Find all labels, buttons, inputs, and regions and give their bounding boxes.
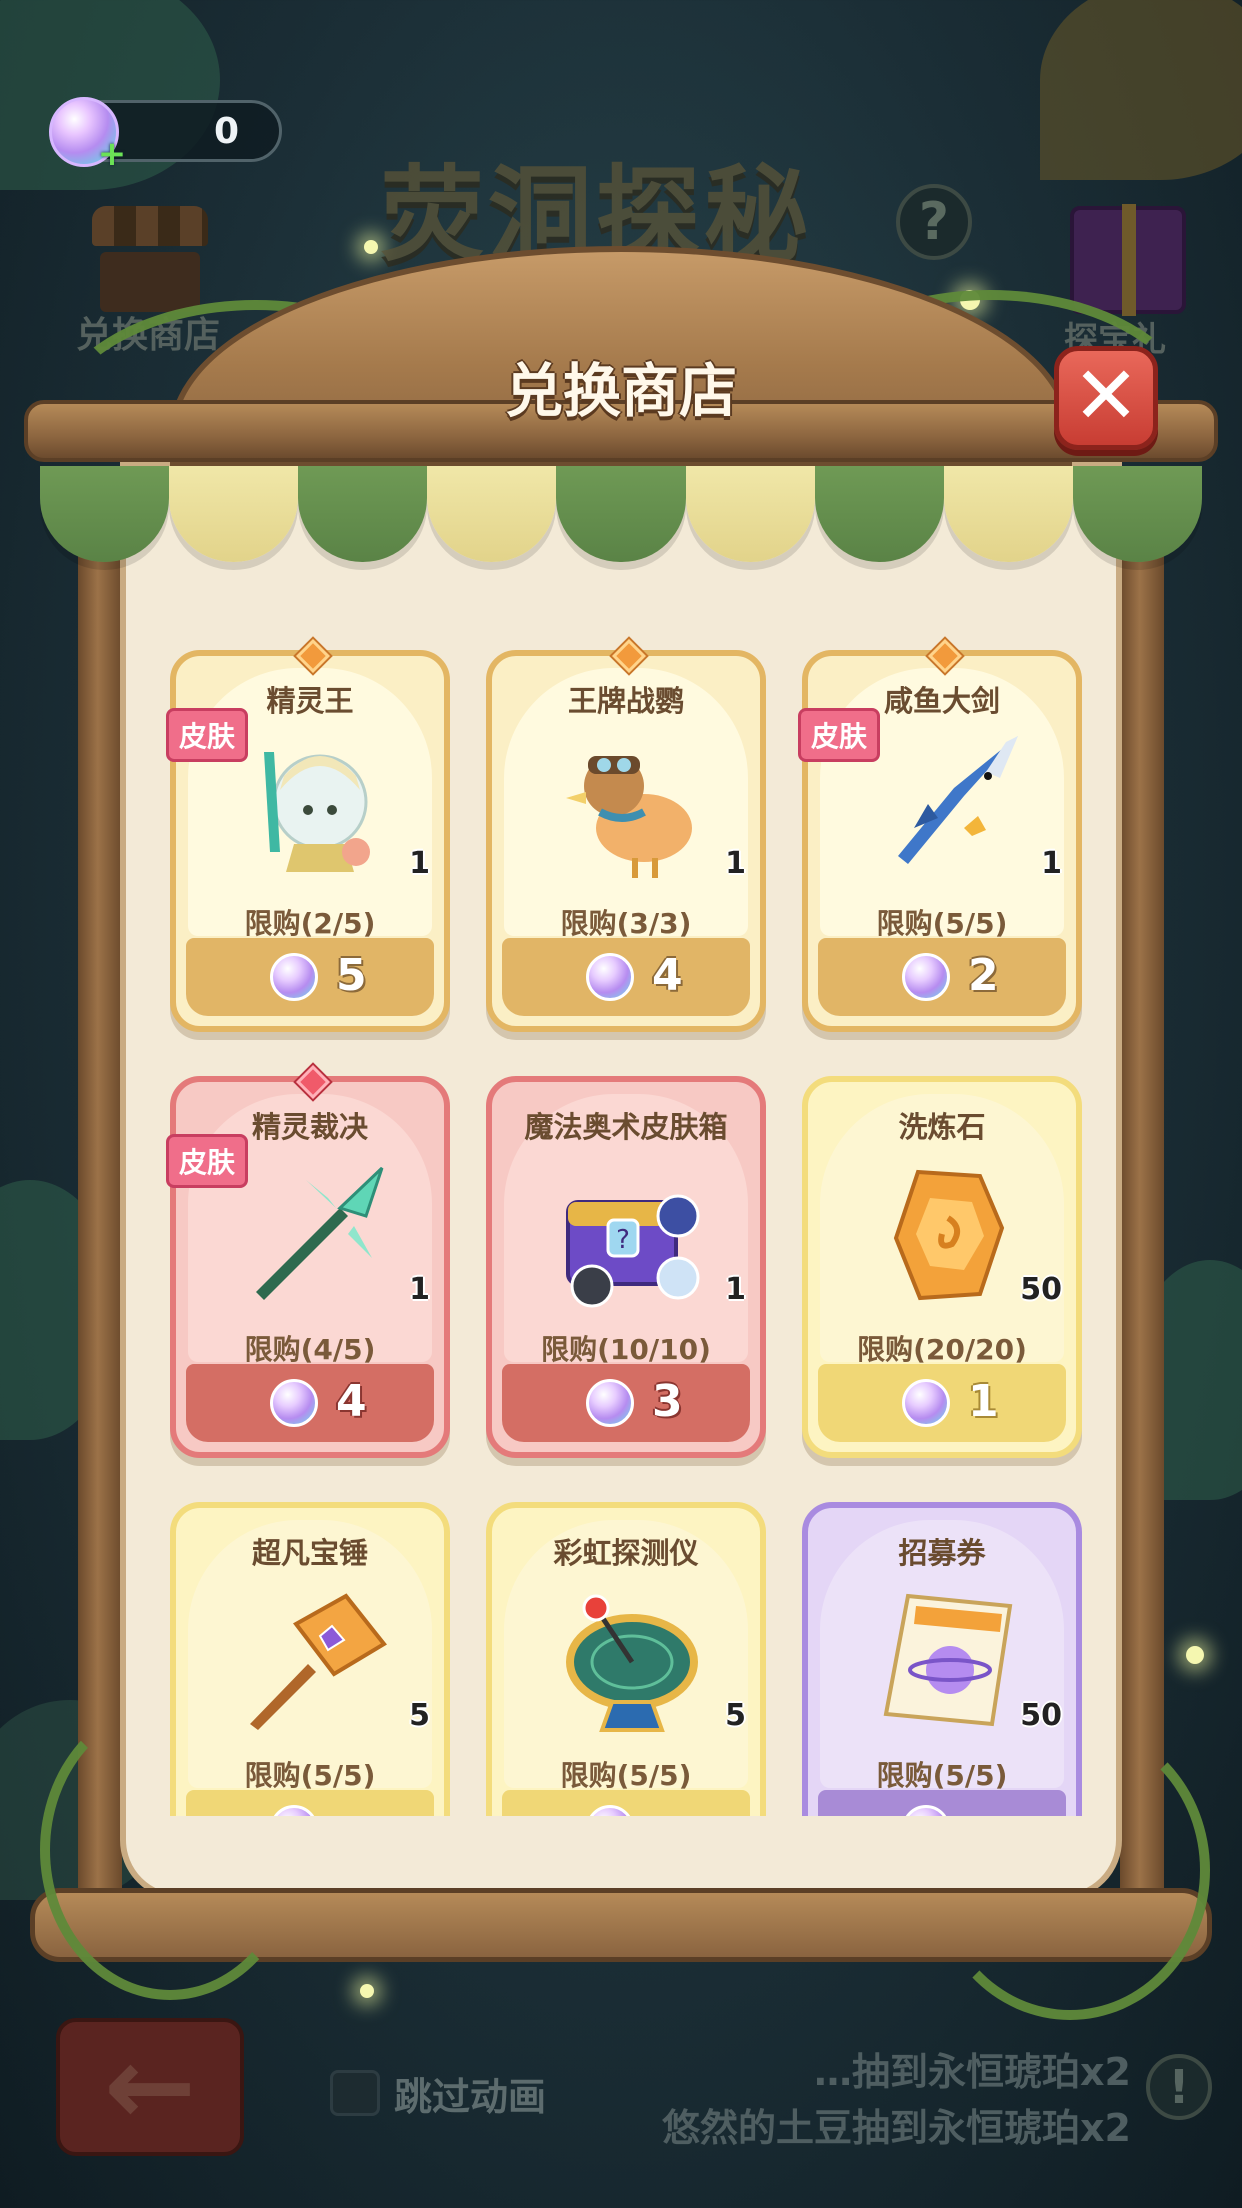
back-arrow-button[interactable]: ← — [56, 2018, 244, 2156]
currency-amount: 0 — [213, 111, 239, 152]
refining-stone-icon — [893, 1169, 1005, 1301]
purchase-limit: 限购(10/10) — [541, 1333, 711, 1366]
currency-display[interactable]: + 0 — [49, 97, 282, 171]
add-currency-icon[interactable]: + — [97, 137, 127, 171]
draw-log-line: …抽到永恒琥珀x2 — [814, 2050, 1131, 2094]
item-count: 50 — [1020, 1272, 1062, 1307]
close-button[interactable]: ✕ — [1054, 346, 1158, 450]
purchase-limit: 限购(3/3) — [560, 907, 692, 940]
item-name: 彩虹探测仪 — [553, 1536, 699, 1570]
shop-item-card[interactable]: 精灵裁决 皮肤 1 限购(4/5) 4 — [166, 1065, 450, 1458]
parrot-pet-icon — [566, 756, 692, 878]
item-price: 4 — [336, 1376, 367, 1427]
purchase-limit: 限购(2/5) — [244, 907, 376, 940]
info-icon[interactable]: ! — [1146, 2054, 1212, 2120]
vine-decoration — [40, 1700, 300, 2000]
purchase-limit: 限购(5/5) — [876, 907, 1008, 940]
item-count: 1 — [725, 846, 746, 881]
shop-item-card[interactable]: 咸鱼大剑 皮肤 1 限购(5/5) 2 — [798, 639, 1082, 1032]
crystal-currency-icon — [270, 1379, 318, 1427]
skip-animation-checkbox[interactable] — [330, 2070, 380, 2116]
hammer-icon — [250, 1593, 387, 1730]
crystal-currency-icon — [270, 953, 318, 1001]
item-count: 1 — [409, 1272, 430, 1307]
buy-button[interactable] — [502, 1790, 750, 1816]
purchase-limit: 限购(4/5) — [244, 1333, 376, 1366]
item-count: 1 — [725, 1272, 746, 1307]
purchase-limit: 限购(5/5) — [560, 1759, 692, 1792]
shop-item-card[interactable]: 彩虹探测仪 5 限购(5/5) — [486, 1502, 766, 1816]
purchase-limit: 限购(20/20) — [857, 1333, 1027, 1366]
item-count: 1 — [409, 846, 430, 881]
item-price: 5 — [336, 950, 367, 1001]
vine-decoration — [930, 1720, 1210, 2020]
buy-button[interactable]: 2 — [818, 938, 1066, 1016]
skin-chest-icon: ? — [566, 1194, 700, 1308]
item-name: 招募券 — [898, 1536, 986, 1570]
shop-item-card[interactable]: 洗炼石 50 限购(20/20) 1 — [802, 1076, 1082, 1458]
buy-button[interactable]: 3 — [502, 1364, 750, 1442]
crystal-currency-icon — [586, 1805, 634, 1816]
draw-log: …抽到永恒琥珀x2 悠然的土豆抽到永恒琥珀x2 — [662, 2044, 1131, 2156]
item-name: 魔法奥术皮肤箱 — [524, 1110, 728, 1144]
frame-post-right — [1120, 470, 1164, 1930]
crystal-currency-icon — [902, 953, 950, 1001]
shop-item-card[interactable]: 精灵王 皮肤 1 限购(2/5) 5 — [166, 639, 450, 1032]
spear-weapon-icon — [256, 1166, 384, 1300]
buy-button[interactable]: 4 — [186, 1364, 434, 1442]
awning — [40, 466, 1202, 562]
shop-shortcut-icon[interactable] — [92, 206, 208, 316]
svg-text:?: ? — [616, 1225, 630, 1255]
item-price: 1 — [968, 1376, 999, 1427]
swordfish-sword-icon — [898, 736, 1018, 864]
shop-item-card[interactable]: 王牌战鹦 1 限购(3/3) 4 — [486, 639, 766, 1032]
item-name: 洗炼石 — [898, 1110, 986, 1144]
item-count: 5 — [725, 1698, 746, 1733]
draw-log-line: 悠然的土豆抽到永恒琥珀x2 — [662, 2106, 1131, 2150]
shop-item-grid[interactable]: 精灵王 皮肤 1 限购(2/5) 5 王牌战鹦 1 限购(3/3) 4 咸鱼大剑… — [150, 630, 1094, 1816]
crystal-currency-icon — [902, 1379, 950, 1427]
crystal-currency-icon — [586, 1379, 634, 1427]
shop-item-card[interactable]: 魔法奥术皮肤箱 ? 1 限购(10/10) 3 — [486, 1076, 766, 1458]
buy-button[interactable]: 1 — [818, 1364, 1066, 1442]
gift-icon[interactable] — [1070, 204, 1186, 316]
crystal-currency-icon — [586, 953, 634, 1001]
item-price: 2 — [968, 950, 999, 1001]
item-count: 1 — [1041, 846, 1062, 881]
buy-button[interactable]: 4 — [502, 938, 750, 1016]
item-price: 3 — [652, 1376, 683, 1427]
skip-animation-label: 跳过动画 — [394, 2075, 547, 2119]
recruit-ticket-icon — [883, 1593, 1013, 1727]
frame-post-left — [78, 470, 122, 1930]
elf-king-hero-icon — [264, 752, 370, 872]
close-icon: ✕ — [1072, 349, 1140, 442]
item-name: 王牌战鹦 — [567, 684, 684, 718]
buy-button[interactable]: 5 — [186, 938, 434, 1016]
question-icon[interactable]: ? — [896, 184, 972, 260]
item-price: 4 — [652, 950, 683, 1001]
item-count: 5 — [409, 1698, 430, 1733]
item-name: 超凡宝锤 — [251, 1536, 368, 1570]
rainbow-detector-icon — [566, 1594, 698, 1732]
